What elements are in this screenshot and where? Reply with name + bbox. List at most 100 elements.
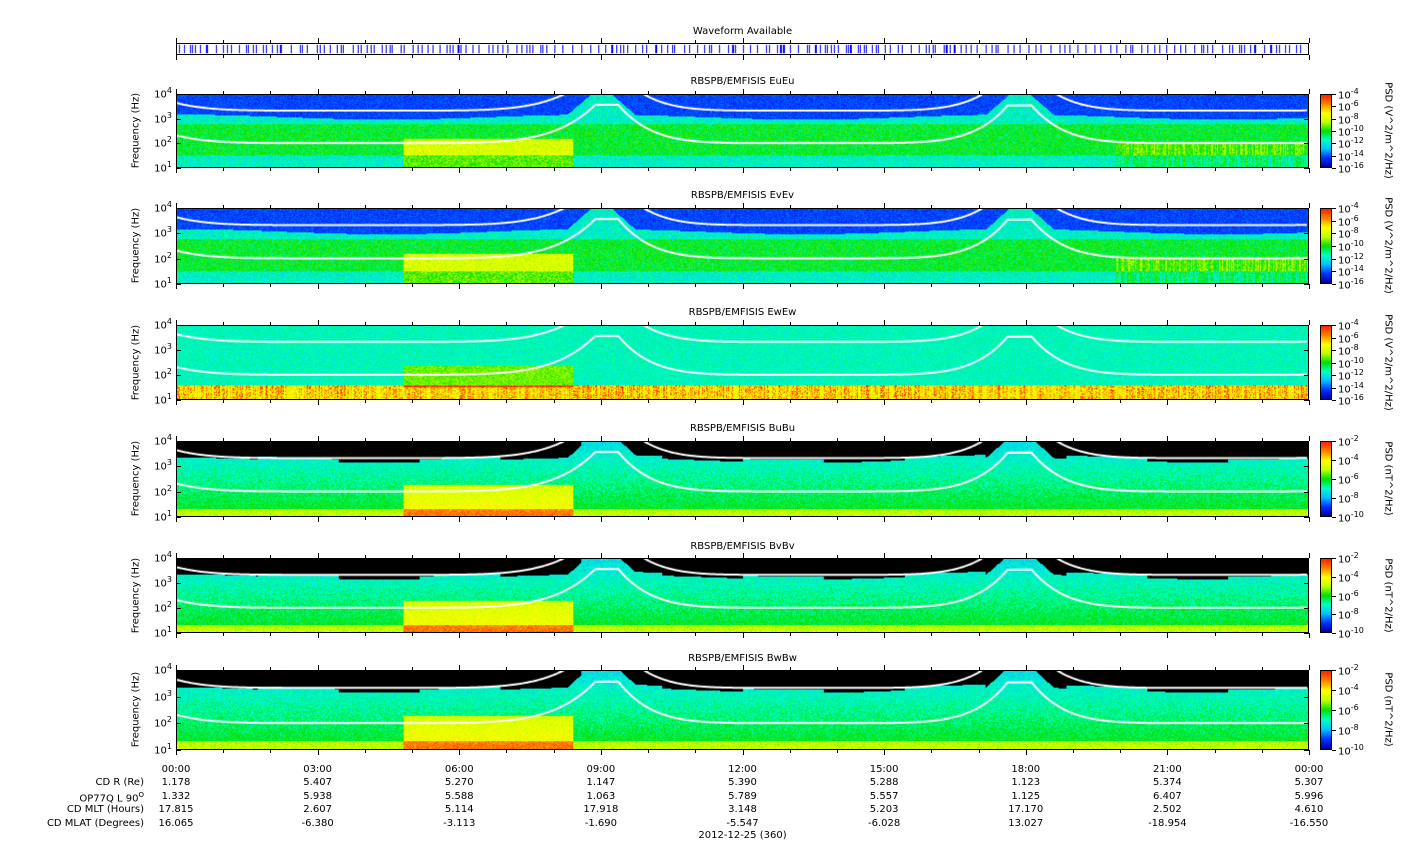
degree-superscript: O — [138, 790, 144, 799]
y-tick-exponent: 3 — [166, 342, 172, 351]
ephemeris-label-text: CD MLAT (Degrees) — [46, 817, 144, 829]
y-tick-exponent: 2 — [166, 483, 172, 493]
x-tick — [600, 400, 602, 405]
x-tick — [884, 38, 886, 43]
x-tick — [412, 205, 414, 208]
y-tick-exponent: 3 — [166, 688, 172, 698]
x-tick — [695, 400, 697, 403]
y-tick-exponent: 4 — [166, 317, 172, 326]
y-tick-base: 10 — [154, 718, 167, 730]
ephemeris-value: -5.547 — [726, 817, 759, 829]
ephemeris-value: -3.113 — [443, 817, 476, 829]
x-tick — [836, 322, 838, 325]
colorbar-tick-base: 10 — [1338, 456, 1351, 468]
ephemeris-value: 5.557 — [869, 790, 899, 802]
waveform-availability-bar — [176, 43, 1309, 55]
x-tick — [317, 665, 319, 670]
x-tick — [176, 633, 177, 638]
colorbar — [1320, 441, 1332, 517]
x-tick — [459, 750, 461, 755]
panel-title: RBSPB/EMFISIS EuEu — [690, 76, 795, 87]
x-tick — [1261, 633, 1263, 636]
y-tick-exponent: 3 — [166, 458, 172, 468]
x-tick — [270, 40, 272, 43]
x-tick — [1214, 168, 1216, 171]
x-tick — [1025, 517, 1027, 522]
x-tick — [600, 553, 602, 558]
x-tick — [789, 633, 791, 636]
x-tick — [648, 40, 650, 43]
x-tick — [1072, 633, 1074, 636]
x-tick — [884, 168, 886, 173]
y-tick — [176, 466, 181, 468]
x-tick — [1309, 665, 1310, 670]
x-tick — [1214, 667, 1216, 670]
x-tick — [1120, 55, 1122, 58]
x-tick — [317, 517, 319, 522]
y-tick-label: 102 — [142, 715, 172, 729]
colorbar-tick-exponent: -10 — [1350, 510, 1364, 519]
y-tick — [1304, 375, 1309, 376]
colorbar-tick — [1332, 233, 1336, 235]
x-tick — [1025, 168, 1027, 173]
y-tick — [1304, 466, 1309, 468]
x-tick — [459, 55, 461, 60]
colorbar-tick-label: 10-4 — [1338, 570, 1359, 584]
x-tick — [270, 91, 272, 94]
x-tick — [648, 438, 650, 441]
x-tick — [1214, 284, 1216, 287]
x-tick — [553, 400, 555, 403]
colorbar-tick — [1332, 479, 1336, 480]
x-tick — [1309, 400, 1310, 405]
x-tick — [931, 205, 933, 208]
y-axis-label: Frequency (Hz) — [130, 671, 142, 748]
x-tick — [648, 91, 650, 94]
y-tick-label: 103 — [142, 458, 172, 472]
spectrogram-image — [177, 95, 1308, 167]
x-tick — [364, 667, 366, 670]
x-tick — [789, 517, 791, 520]
x-tick — [223, 517, 225, 520]
colorbar-tick-base: 10 — [1338, 629, 1351, 641]
colorbar-tick — [1332, 387, 1336, 389]
y-tick-base: 10 — [154, 163, 167, 175]
colorbar-tick-base: 10 — [1338, 554, 1351, 566]
y-axis-label: Frequency (Hz) — [130, 324, 142, 400]
x-tick — [270, 400, 272, 403]
y-tick-exponent: 4 — [166, 550, 172, 559]
x-tick — [1120, 91, 1122, 94]
y-tick-base: 10 — [154, 345, 167, 357]
y-tick-exponent: 1 — [166, 276, 172, 285]
ephemeris-value: 17.918 — [583, 804, 619, 815]
x-tick — [742, 517, 744, 522]
y-tick — [1304, 94, 1309, 95]
y-tick-label: 103 — [142, 225, 172, 239]
x-tick — [789, 667, 791, 670]
panel-title: RBSPB/EMFISIS EvEv — [690, 190, 795, 201]
x-tick — [412, 91, 414, 94]
colorbar-tick-exponent: -8 — [1350, 607, 1359, 617]
x-tick — [742, 750, 744, 755]
y-tick — [176, 441, 181, 442]
x-tick-label: 18:00 — [1011, 764, 1041, 775]
x-tick — [412, 322, 414, 325]
x-tick — [1261, 400, 1263, 403]
x-tick — [931, 667, 933, 670]
x-tick — [1261, 750, 1263, 753]
x-tick — [270, 284, 272, 287]
x-tick — [742, 665, 744, 670]
colorbar-tick — [1332, 362, 1336, 364]
x-tick — [1167, 320, 1169, 325]
x-tick — [931, 91, 933, 94]
x-tick-label: 06:00 — [444, 764, 474, 775]
y-tick — [1304, 441, 1309, 442]
x-tick — [1214, 438, 1216, 441]
x-tick — [506, 517, 508, 520]
x-tick — [553, 284, 555, 287]
colorbar-tick-exponent: -8 — [1350, 226, 1359, 236]
x-tick — [931, 750, 933, 753]
x-tick — [459, 203, 461, 208]
x-tick — [1167, 400, 1169, 405]
x-tick — [1120, 517, 1122, 520]
colorbar — [1320, 94, 1332, 168]
